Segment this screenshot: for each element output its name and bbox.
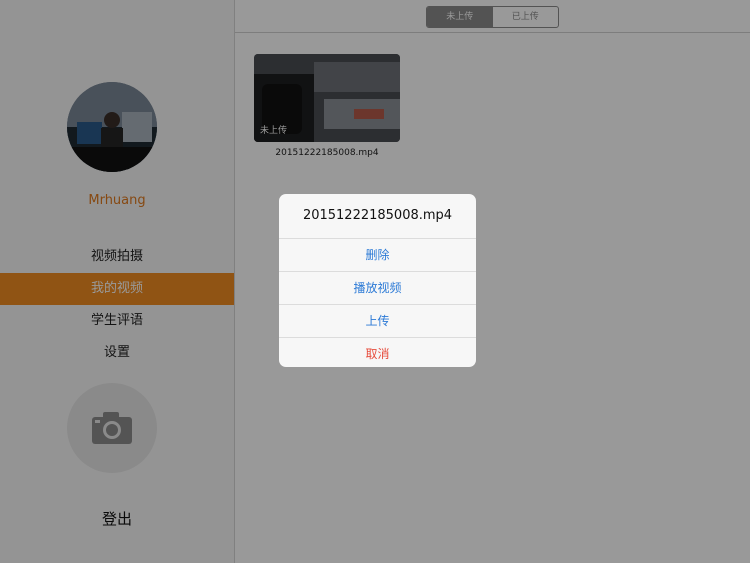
delete-button[interactable]: 删除 [279, 239, 476, 272]
upload-button[interactable]: 上传 [279, 305, 476, 338]
action-sheet-title: 20151222185008.mp4 [279, 194, 476, 239]
play-video-button[interactable]: 播放视频 [279, 272, 476, 305]
action-sheet: 20151222185008.mp4 删除 播放视频 上传 取消 [279, 194, 476, 367]
cancel-button[interactable]: 取消 [279, 338, 476, 367]
